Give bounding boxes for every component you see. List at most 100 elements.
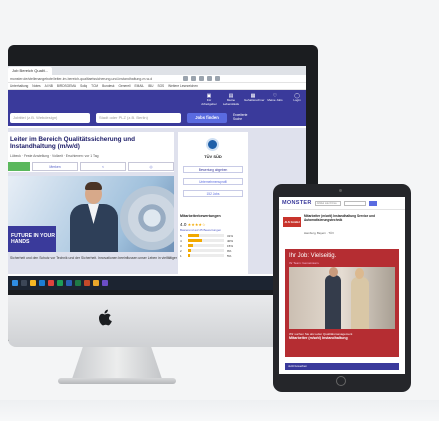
tablet-location-input[interactable]: [343, 200, 366, 206]
nav-salary[interactable]: ▦ Gehaltsrechner: [244, 93, 265, 106]
company-logo: [206, 138, 219, 151]
chrome-icon[interactable]: [93, 280, 99, 286]
tablet-employer-ad: Ihr Job: Vielseitig. Ihr Team: Gemeinsam…: [285, 249, 399, 357]
rating-row-label: 4: [180, 238, 182, 243]
apple-logo-icon: [99, 309, 112, 326]
tablet-home-button[interactable]: [336, 376, 346, 386]
ad-body: Wir suchen Sie als Leiter Qualitätsmanag…: [289, 332, 395, 341]
site-header: ▣ Für Arbeitgeber ▤ Meine Lebensläufe ▦ Geh…: [8, 90, 306, 110]
monster-logo[interactable]: MONSTER: [282, 200, 312, 206]
excel-icon[interactable]: [75, 280, 81, 286]
powerpoint-icon[interactable]: [84, 280, 90, 286]
tablet-apply-bar[interactable]: Jetzt bewerben: [285, 363, 399, 370]
ad-person-woman: [351, 277, 369, 329]
job-actions: Merken < ◎: [8, 162, 174, 171]
rating-stars: ★★★★☆: [187, 222, 206, 227]
address-bar: monster.de/stellenangebote/leiter-im-ber…: [8, 75, 306, 83]
bookmark-item[interactable]: SOS: [157, 84, 164, 88]
bookmark-item[interactable]: AI NB: [45, 84, 53, 88]
extension-icon[interactable]: [207, 76, 212, 81]
apply-button[interactable]: [8, 162, 30, 171]
company-profile-button[interactable]: Unternehmensprofil: [183, 178, 243, 185]
wheel-graphic: [120, 186, 174, 250]
job-header-card: Leiter im Bereich Qualitätssicherung und…: [8, 132, 174, 172]
start-icon[interactable]: [12, 280, 18, 286]
rating-row-label: 3: [180, 243, 182, 248]
tablet-search-input[interactable]: Jobtitel oder Firma: [314, 200, 341, 206]
more-button[interactable]: ◎: [128, 162, 174, 171]
windows-taskbar: [8, 276, 306, 290]
nav-login[interactable]: ◯ Login: [288, 93, 306, 106]
header-nav: ▣ Für Arbeitgeber ▤ Meine Lebensläufe ▦ Geh…: [200, 93, 306, 106]
rating-bar: [188, 234, 224, 237]
rating-row-label: 5: [180, 233, 182, 238]
browser-tab-strip: Job Bereich Qualit...: [8, 66, 306, 75]
hero-tagline: FUTURE IN YOUR HANDS: [8, 226, 56, 252]
tablet-company-logo: JLS GmbH: [283, 217, 301, 227]
url-field[interactable]: monster.de/stellenangebote/leiter-im-ber…: [10, 76, 180, 82]
find-jobs-button[interactable]: Jobs finden: [187, 113, 227, 123]
bookmark-item[interactable]: BIRDSGEMA: [57, 84, 76, 88]
rating-row-label: 1: [180, 253, 182, 258]
app-icon[interactable]: [57, 280, 63, 286]
rating-bar: [188, 239, 224, 242]
employee-reviews: Mitarbeiterbewertungen 4.0 ★★★★☆ Basiere…: [178, 212, 248, 282]
tablet-job-location: Hamburg, Bayern · TÜV: [304, 231, 334, 235]
extension-icon[interactable]: [199, 76, 204, 81]
company-jobs-link[interactable]: 152 Jobs: [183, 190, 243, 197]
browser-tab[interactable]: Job Bereich Qualit...: [8, 67, 53, 75]
bookmark-item[interactable]: Soliq: [80, 84, 87, 88]
rating-row-percent: 31%: [227, 233, 234, 238]
rating-distribution: 5 31% 4 40% 3 15% 2 9% 1 5%: [178, 233, 248, 258]
bookmark-item[interactable]: Notes: [32, 84, 40, 88]
menu-icon[interactable]: [215, 76, 220, 81]
rating-bar-fill: [188, 244, 194, 247]
job-meta: Lübeck · Feste Anstellung · Vollzeit · E…: [10, 154, 99, 158]
job-title: Leiter im Bereich Qualitätssicherung und…: [10, 136, 136, 151]
bookmark-item[interactable]: TCM: [91, 84, 98, 88]
bookmark-item[interactable]: EMAIL: [135, 84, 145, 88]
app-icon[interactable]: [48, 280, 54, 286]
search-icon[interactable]: [21, 280, 27, 286]
company-hero-image: FUTURE IN YOUR HANDS: [8, 176, 174, 252]
rating-bar: [188, 249, 224, 252]
save-job-button[interactable]: Merken: [32, 162, 78, 171]
share-button[interactable]: <: [80, 162, 126, 171]
rate-company-button[interactable]: Bewertung abgeben: [183, 166, 243, 173]
rating-row-percent: 5%: [227, 253, 232, 258]
company-name: TÜV SÜD: [204, 154, 222, 159]
folder-icon[interactable]: [30, 280, 36, 286]
ad-headline: Ihr Job: Vielseitig.: [289, 253, 337, 259]
bookmark-item[interactable]: Generell: [118, 84, 130, 88]
bookmarks-bar: Unterhaltung Notes AI NB BIRDSGEMA Soliq…: [8, 83, 306, 90]
rating-bar-fill: [188, 254, 190, 257]
bookmark-item[interactable]: Bundesk: [102, 84, 114, 88]
company-card: TÜV SÜD Bewertung abgeben Unternehmenspr…: [178, 132, 248, 216]
nav-my-jobs[interactable]: ♡ Meine Jobs: [266, 93, 284, 106]
advanced-search-link[interactable]: Erweiterte Suche: [233, 114, 251, 121]
reviews-score-value: 4.0: [180, 222, 187, 227]
bookmark-item[interactable]: Weitere Lesezeichen: [168, 84, 198, 88]
ad-person-woman-head: [355, 268, 364, 279]
mail-icon[interactable]: [39, 280, 45, 286]
nav-employers[interactable]: ▣ Für Arbeitgeber: [200, 93, 218, 106]
job-title-input[interactable]: Jobtitel (z.B. Webdesign): [10, 113, 90, 123]
imac-screen: Job Bereich Qualit... monster.de/stellen…: [8, 66, 306, 290]
extension-icon[interactable]: [191, 76, 196, 81]
bookmark-item[interactable]: Unterhaltung: [10, 84, 28, 88]
word-icon[interactable]: [66, 280, 72, 286]
job-detail-area: Leiter im Bereich Qualitätssicherung und…: [8, 128, 306, 274]
tablet-job-header: JLS GmbH Mitarbeiter (m/w/d) Instandhalt…: [283, 214, 401, 239]
app-icon[interactable]: [102, 280, 108, 286]
product-mockup-scene: Job Bereich Qualit... monster.de/stellen…: [0, 0, 439, 421]
star-icon[interactable]: [183, 76, 188, 81]
floor: [0, 400, 439, 421]
ad-photo: [289, 267, 395, 329]
bookmark-item[interactable]: IBU: [148, 84, 153, 88]
nav-resumes[interactable]: ▤ Meine Lebensläufe: [222, 93, 240, 106]
imac-stand-base: [58, 378, 176, 384]
location-input[interactable]: Stadt oder PLZ (z.B. Berlin): [96, 113, 181, 123]
tablet-header: MONSTER Jobtitel oder Firma: [279, 197, 405, 210]
ad-body-bold: Mitarbeiter (m/w/d) Instandhaltung: [289, 335, 348, 340]
tablet-search-button[interactable]: [368, 200, 377, 206]
